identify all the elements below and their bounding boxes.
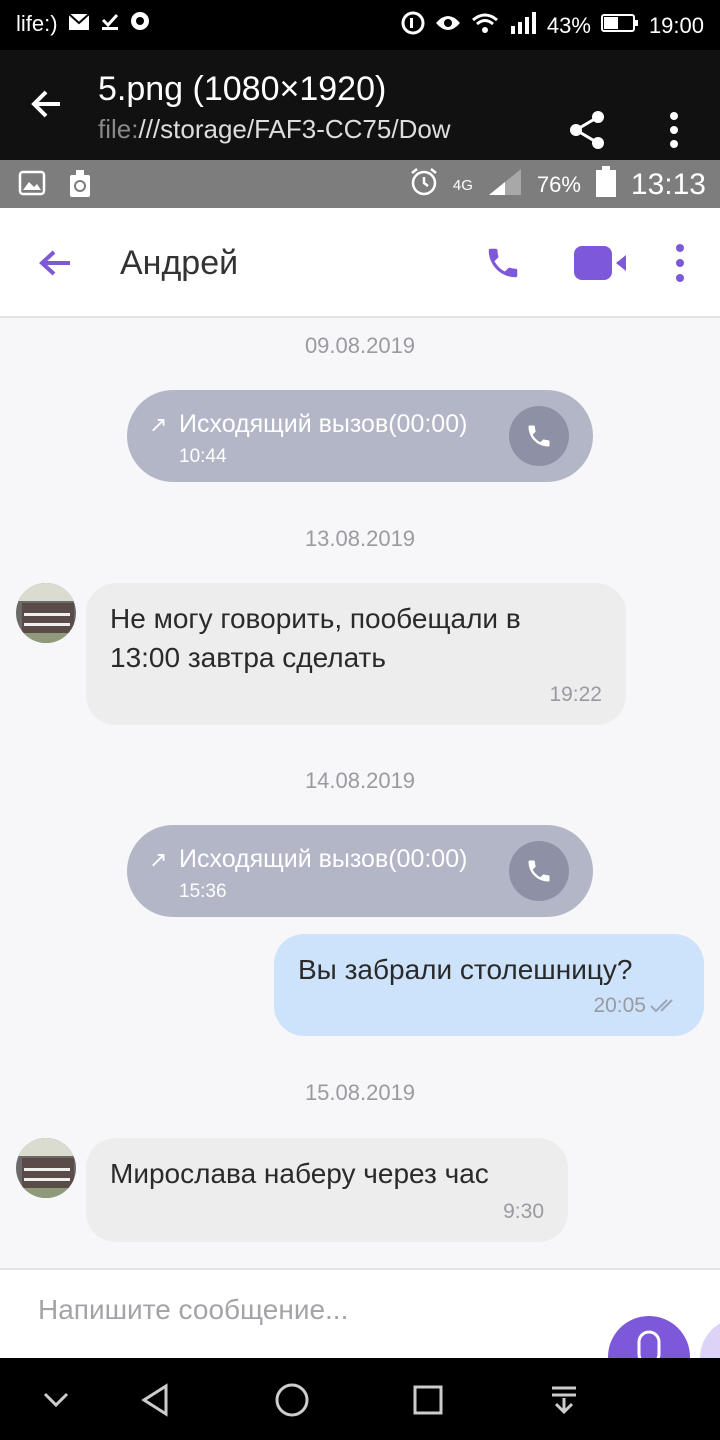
image-frame: 4G 76% 13:13 Андрей 09.08.2019 ↗ Исходящ… bbox=[0, 160, 720, 1358]
message-text: Вы забрали столешницу? bbox=[298, 954, 633, 985]
call-time: 15:36 bbox=[179, 881, 227, 902]
double-check-icon bbox=[650, 998, 680, 1019]
date-separator: 09.08.2019 bbox=[304, 333, 416, 358]
message-composer: Напишите сообщение... bbox=[0, 1268, 720, 1358]
call-back-button[interactable] bbox=[509, 841, 569, 901]
inner-battery-percent: 76% bbox=[536, 172, 581, 197]
more-vert-icon[interactable] bbox=[660, 108, 688, 152]
message-text: Мирослава наберу через час bbox=[110, 1158, 489, 1189]
incoming-message[interactable]: Мирослава наберу через час 9:30 bbox=[86, 1138, 568, 1242]
date-separator: 14.08.2019 bbox=[304, 768, 416, 793]
navigation-bar bbox=[0, 1358, 720, 1440]
file-path-scheme: file: bbox=[98, 114, 139, 144]
outgoing-message[interactable]: Вы забрали столешницу? 20:05 bbox=[274, 934, 704, 1036]
contact-name[interactable]: Андрей bbox=[120, 244, 238, 283]
phone-icon bbox=[528, 860, 550, 882]
message-time: 19:22 bbox=[549, 683, 602, 706]
cleaner-icon bbox=[68, 169, 92, 204]
date-separator: 13.08.2019 bbox=[304, 526, 416, 551]
gallery-icon bbox=[18, 169, 46, 204]
chrome-icon bbox=[130, 11, 150, 37]
call-label: Исходящий вызов(00:00) bbox=[179, 410, 468, 438]
signal-icon bbox=[509, 12, 537, 40]
hide-nav-chevron-icon[interactable] bbox=[36, 1380, 76, 1420]
download-done-icon bbox=[100, 11, 120, 37]
call-back-button[interactable] bbox=[509, 406, 569, 466]
video-call-icon[interactable] bbox=[574, 246, 628, 280]
date-separator: 15.08.2019 bbox=[304, 1080, 416, 1105]
phone-icon bbox=[528, 425, 550, 447]
file-title: 5.png (1080×1920) bbox=[98, 70, 387, 108]
home-circle-icon[interactable] bbox=[272, 1380, 312, 1420]
battery-icon bbox=[595, 166, 617, 204]
voice-message-button[interactable] bbox=[608, 1316, 690, 1358]
viewer-toolbar: 5.png (1080×1920) file:///storage/FAF3-C… bbox=[0, 50, 720, 160]
incoming-message[interactable]: Не могу говорить, пообещали в 13:00 завт… bbox=[86, 583, 626, 725]
phone-icon[interactable] bbox=[484, 244, 522, 282]
notifications-pull-icon[interactable] bbox=[544, 1380, 584, 1420]
eye-icon bbox=[435, 13, 461, 39]
wifi-icon bbox=[471, 12, 499, 40]
outgoing-arrow-icon: ↗ bbox=[149, 412, 168, 437]
signal-icon bbox=[487, 167, 523, 203]
file-path-rest: ///storage/FAF3-CC75/Dow bbox=[138, 114, 451, 144]
data-saver-icon bbox=[401, 11, 425, 41]
file-path: file:///storage/FAF3-CC75/Dow bbox=[98, 114, 470, 145]
network-type: 4G bbox=[452, 176, 473, 194]
back-arrow-icon[interactable] bbox=[26, 82, 70, 126]
outgoing-arrow-icon: ↗ bbox=[149, 847, 168, 872]
avatar[interactable] bbox=[16, 583, 76, 643]
inner-status-bar: 4G 76% 13:13 bbox=[0, 160, 720, 208]
mic-icon bbox=[637, 1330, 661, 1358]
back-arrow-icon[interactable] bbox=[36, 243, 76, 283]
share-icon[interactable] bbox=[566, 108, 610, 152]
alarm-icon bbox=[409, 167, 439, 203]
message-time: 20:05 bbox=[593, 994, 646, 1017]
back-triangle-icon[interactable] bbox=[136, 1380, 176, 1420]
chat-header: Андрей bbox=[0, 208, 720, 318]
inner-clock: 13:13 bbox=[630, 168, 706, 201]
extra-action-button[interactable] bbox=[700, 1318, 720, 1358]
call-label: Исходящий вызов(00:00) bbox=[179, 845, 468, 873]
message-text-line: Не могу говорить, пообещали в bbox=[110, 603, 521, 634]
avatar[interactable] bbox=[16, 1138, 76, 1198]
battery-icon bbox=[600, 13, 639, 39]
message-text-line: 13:00 завтра сделать bbox=[110, 642, 386, 673]
call-time: 10:44 bbox=[179, 446, 227, 467]
carrier-label: life:) bbox=[16, 11, 58, 36]
message-input[interactable]: Напишите сообщение... bbox=[38, 1294, 348, 1326]
message-time: 9:30 bbox=[503, 1200, 544, 1223]
clock: 19:00 bbox=[648, 13, 704, 38]
more-vert-icon[interactable] bbox=[670, 242, 690, 284]
battery-percent: 43% bbox=[546, 13, 591, 38]
device-status-bar: life:) 43% 19:00 bbox=[0, 0, 720, 50]
mail-icon bbox=[67, 11, 90, 37]
recents-square-icon[interactable] bbox=[408, 1380, 448, 1420]
call-log-bubble[interactable]: ↗ Исходящий вызов(00:00) 15:36 bbox=[127, 825, 593, 917]
call-log-bubble[interactable]: ↗ Исходящий вызов(00:00) 10:44 bbox=[127, 390, 593, 482]
